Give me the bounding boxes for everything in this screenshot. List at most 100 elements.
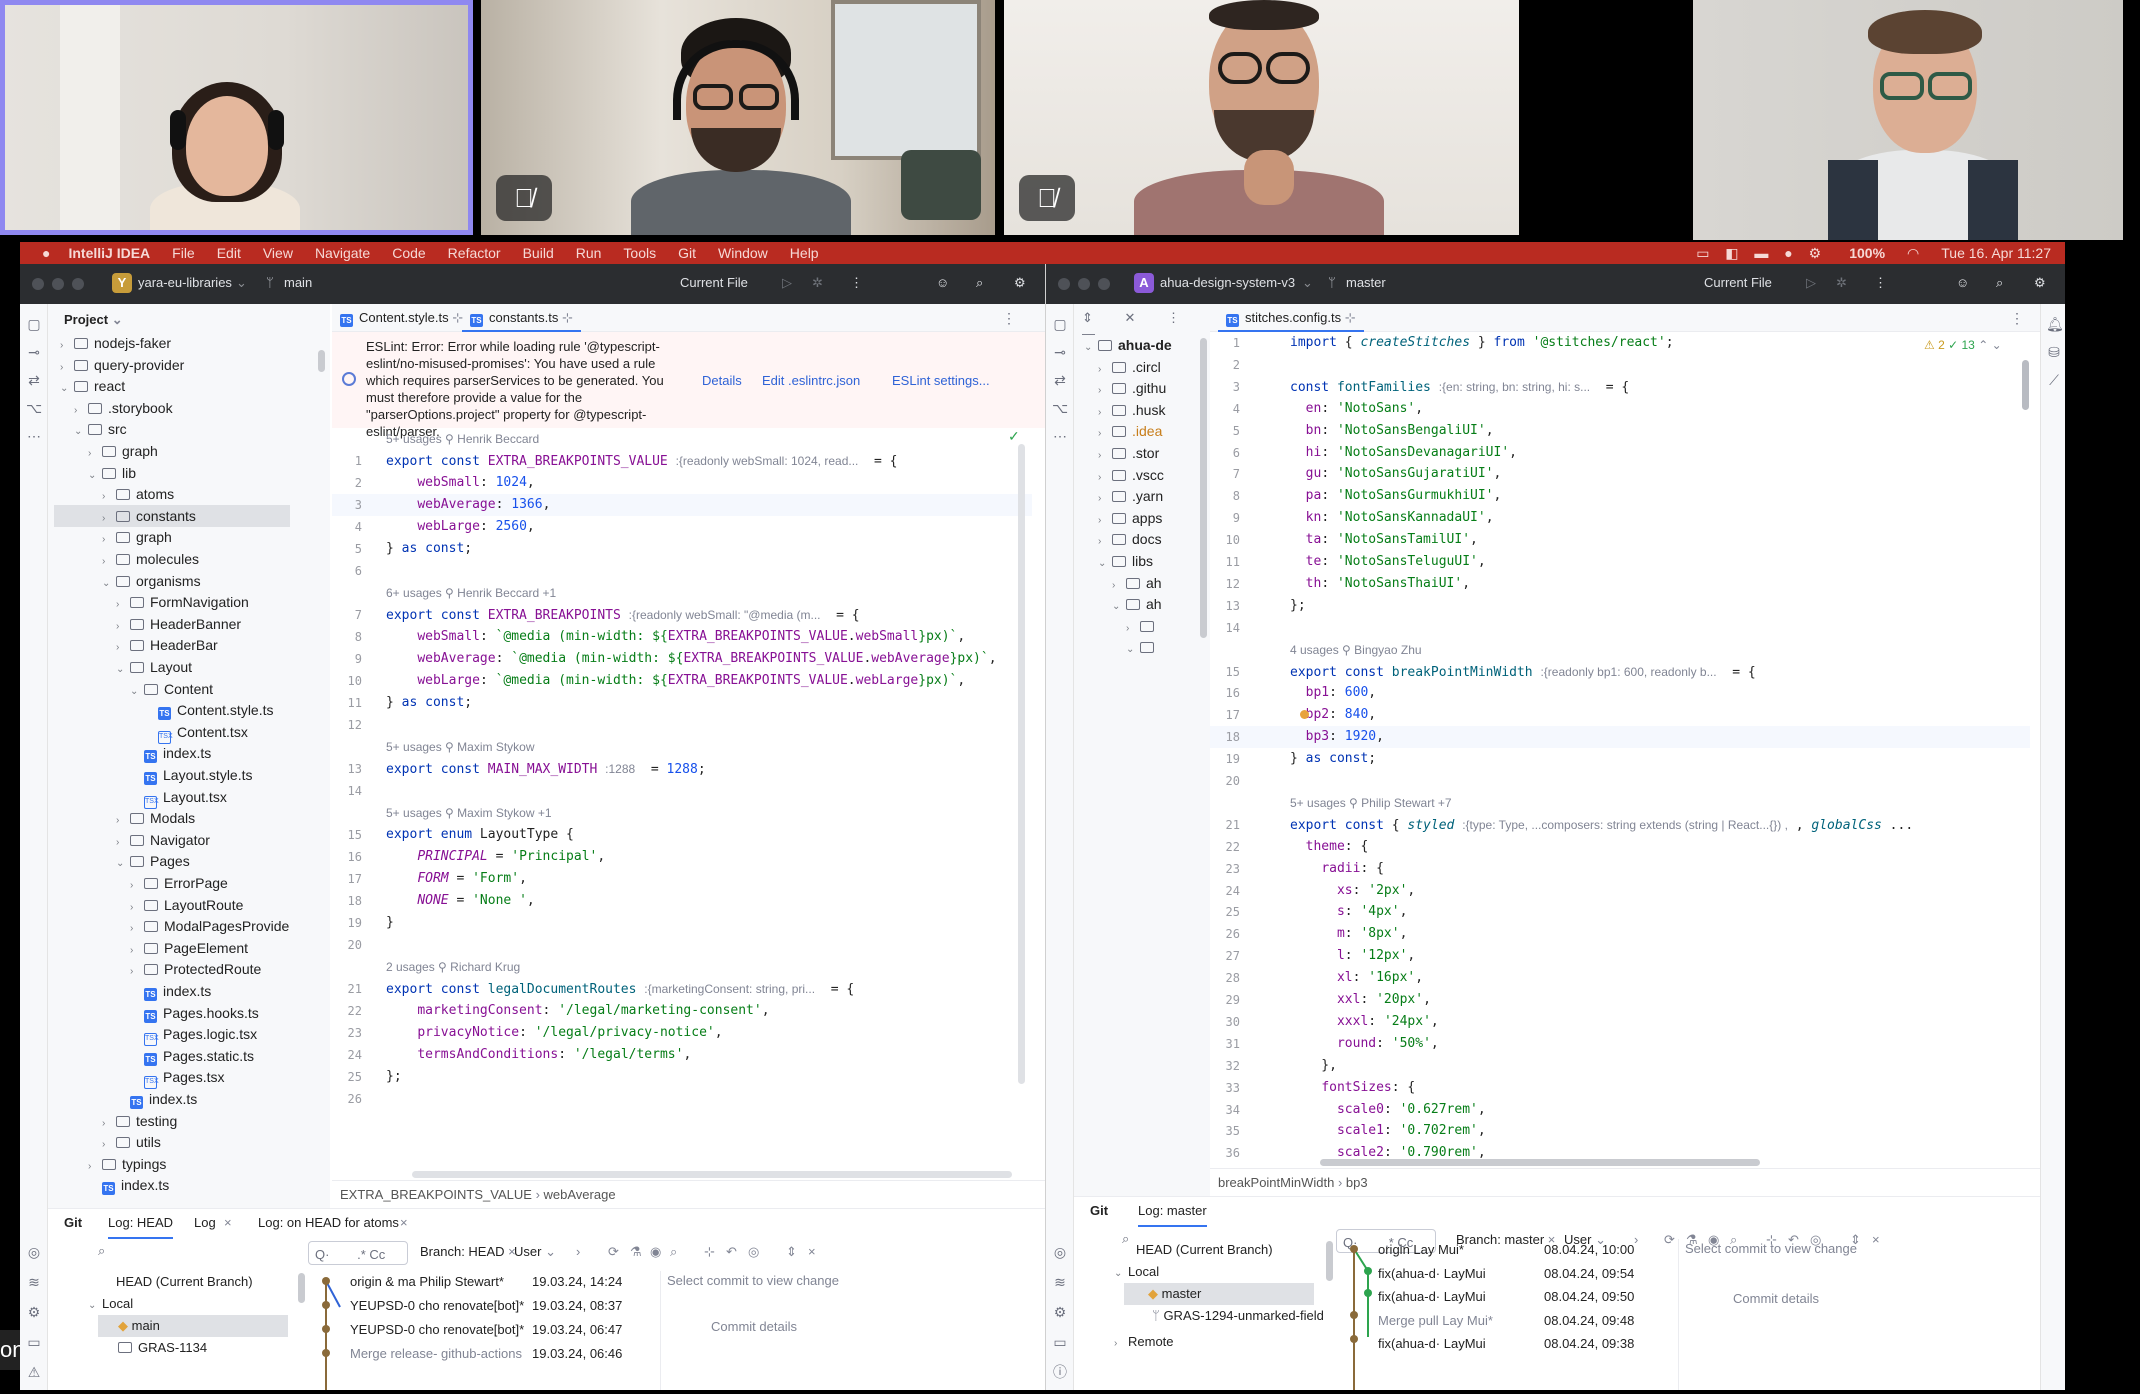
tree-item[interactable]: ⌄ ahua-de [1074,334,1172,356]
expand-icon[interactable]: ⇕ [786,1239,797,1265]
code-line[interactable]: l: '12px', [1290,945,1415,967]
datetime[interactable]: Tue 16. Apr 11:27 [1941,245,2051,261]
tree-item[interactable]: TSX Pages.logic.tsx [48,1023,330,1047]
tab-constants[interactable]: TS constants.ts ⊹ [462,304,581,332]
tree-item[interactable]: ⌄ Layout [48,656,330,678]
tree-item[interactable]: › graph [48,440,330,462]
code-line[interactable]: privacyNotice: '/legal/privacy-notice', [386,1022,722,1044]
terminal-icon[interactable]: ▭ [26,1334,42,1350]
code-line[interactable]: theme: { [1290,836,1369,858]
tree-item[interactable]: ⌄ Content [48,678,330,700]
window-close-button[interactable] [32,278,44,290]
debug-icon[interactable]: ✲ [1836,275,1847,291]
tree-item[interactable]: TSX Pages.tsx [48,1066,330,1090]
user-icon[interactable]: ☺ [1956,275,1969,290]
tree-item[interactable]: › ah [1074,572,1162,594]
commit-row[interactable]: YEUPSD-0 cho renovate[bot]* 19.03.24, 06:… [350,1319,650,1341]
layers-icon[interactable]: ≋ [1052,1274,1068,1290]
refs-scrollbar[interactable] [1326,1241,1333,1281]
tree-item[interactable]: ⌄ Pages [48,850,330,872]
code-line[interactable]: export enum LayoutType { [386,824,574,846]
commit-row[interactable]: fix(ahua-d· LayMui 08.04.24, 09:50 [1378,1286,1668,1308]
run-config-selector[interactable]: Current File [680,275,748,290]
close-icon[interactable]: × [224,1209,232,1237]
code-vision-hint[interactable]: 5+ usages ⚲ Maxim Stykow +1 [386,802,552,824]
tree-item[interactable]: › ErrorPage [48,872,330,894]
code-vision-hint[interactable]: 5+ usages ⚲ Philip Stewart +7 [1290,792,1452,814]
code-line[interactable]: } as const; [386,538,472,560]
window-zoom-button[interactable] [1098,278,1110,290]
tree-item[interactable]: › ProtectedRoute [48,958,330,980]
menu-item-tools[interactable]: Tools [623,245,656,261]
code-line[interactable]: PRINCIPAL = 'Principal', [386,846,605,868]
tab-stitches-config[interactable]: TS stitches.config.ts ⊹ [1218,304,1364,332]
tree-vertical-scrollbar[interactable] [1200,338,1207,638]
tree-item[interactable]: › HeaderBar [48,634,330,656]
tree-item[interactable]: › Modals [48,807,330,829]
code-vision-hint[interactable]: 5+ usages ⚲ Maxim Stykow [386,736,535,758]
tree-item[interactable]: › nodejs-faker [48,332,330,354]
ai-assistant-icon[interactable]: ⟋ [2046,372,2062,388]
tree-item[interactable]: › .husk [1074,399,1165,421]
wifi-icon[interactable]: ◠ [1907,245,1919,262]
tree-item[interactable]: › testing [48,1110,330,1132]
editor-vertical-scrollbar[interactable] [1018,444,1025,1084]
branch-selector[interactable]: master [1346,275,1386,290]
editor-vertical-scrollbar[interactable] [2022,360,2029,410]
more-filters-icon[interactable]: › [576,1239,580,1265]
code-line[interactable]: export const EXTRA_BREAKPOINTS :{readonl… [386,604,860,626]
more-tools-icon[interactable]: ⋯ [1052,428,1068,444]
branch-selector[interactable]: main [284,275,312,290]
more-icon[interactable]: ⋮ [850,275,863,291]
code-vision-hint[interactable]: 5+ usages ⚲ Henrik Beccard [386,428,539,450]
ref-remote[interactable]: › Remote [1114,1331,1174,1353]
tab-git[interactable]: Git [1090,1197,1108,1225]
tab-log[interactable]: Log [194,1209,216,1237]
refs-scrollbar[interactable] [298,1273,305,1303]
commit-row[interactable]: YEUPSD-0 cho renovate[bot]* 19.03.24, 08:… [350,1295,650,1317]
code-line[interactable]: hi: 'NotoSansDevanagariUI', [1290,442,1517,464]
problems-icon[interactable]: ⚠ [26,1364,42,1380]
code-line[interactable]: } [386,912,394,934]
tree-item[interactable]: ⌄ [1074,636,1160,654]
commit-row[interactable]: fix(ahua-d· LayMui 08.04.24, 09:54 [1378,1263,1668,1285]
tree-item[interactable]: › typings [48,1153,330,1175]
code-line[interactable]: m: '8px', [1290,923,1407,945]
code-line[interactable]: const fontFamilies :{en: string, bn: str… [1290,376,1629,398]
eslint-edit-link[interactable]: Edit .eslintrc.json [762,372,860,389]
menu-item-git[interactable]: Git [678,245,696,261]
eslint-settings-link[interactable]: ESLint settings... [892,372,990,389]
pull-requests-icon[interactable]: ⇄ [1052,372,1068,388]
database-icon[interactable]: ⛁ [2046,344,2062,360]
ref-head[interactable]: HEAD (Current Branch) [1136,1239,1273,1261]
gear-tool-icon[interactable]: ⚙ [26,1304,42,1320]
pull-requests-icon[interactable]: ⇄ [26,372,42,388]
code-line[interactable]: export const { styled :{type: Type, ...c… [1290,814,1913,836]
code-line[interactable]: radii: { [1290,858,1384,880]
ref-gras[interactable]: GRAS-1134 [118,1337,207,1359]
user-icon[interactable]: ☺ [936,275,949,290]
video-tile-1[interactable] [0,0,473,235]
structure-icon[interactable]: ⌥ [26,400,42,416]
apple-icon[interactable]: ● [42,245,50,261]
code-line[interactable]: NONE = 'None ', [386,890,534,912]
undo-icon[interactable]: ↶ [726,1239,737,1265]
code-line[interactable]: xxl: '20px', [1290,989,1431,1011]
code-line[interactable]: termsAndConditions: '/legal/terms', [386,1044,691,1066]
window-zoom-button[interactable] [72,278,84,290]
notifications-icon[interactable]: 🔔︎ [2046,316,2064,332]
tree-item[interactable]: ⌄ libs [1074,550,1153,572]
menu-item-edit[interactable]: Edit [217,245,241,261]
code-line[interactable]: webSmall: `@media (min-width: ${EXTRA_BR… [386,626,965,648]
tab-more-icon[interactable]: ⋮ [2010,310,2024,327]
tree-item[interactable]: › graph [48,526,330,548]
menu-item-view[interactable]: View [263,245,293,261]
menu-item-navigate[interactable]: Navigate [315,245,370,261]
tree-item[interactable]: TS Layout.style.ts [48,764,330,786]
tab-log-atoms[interactable]: Log: on HEAD for atoms [258,1209,399,1237]
tree-item[interactable]: › ModalPagesProvide [48,915,330,937]
tree-item[interactable]: › .storybook [48,397,330,419]
code-line[interactable]: kn: 'NotoSansKannadaUI', [1290,507,1494,529]
search-icon[interactable]: ⌕ [1996,275,2003,291]
tree-item[interactable]: TS index.ts [48,1088,330,1110]
